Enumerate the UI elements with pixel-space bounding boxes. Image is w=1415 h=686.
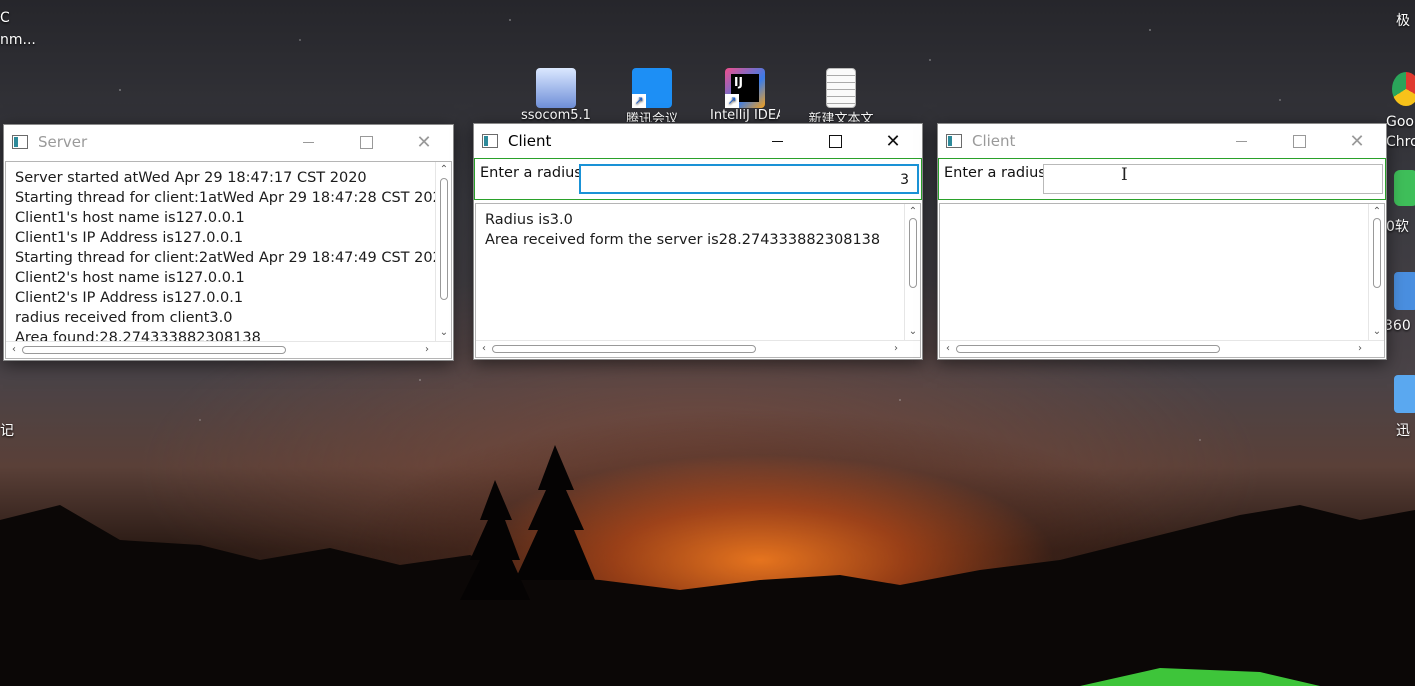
chrome-icon[interactable] xyxy=(1392,72,1415,106)
software-manager-icon[interactable] xyxy=(1394,170,1415,206)
scroll-down-arrow-icon[interactable]: ⌄ xyxy=(1369,324,1384,340)
server-window[interactable]: Server ✕ Server started atWed Apr 29 18:… xyxy=(3,124,454,361)
java-app-icon xyxy=(12,135,28,149)
desktop-edge-text: nm... xyxy=(0,32,36,48)
server-titlebar[interactable]: Server ✕ xyxy=(4,125,453,159)
maximize-button[interactable] xyxy=(1270,124,1328,158)
vertical-scroll-thumb[interactable] xyxy=(1373,218,1381,288)
client1-output-area[interactable]: Radius is3.0 Area received form the serv… xyxy=(475,203,921,358)
scroll-right-arrow-icon[interactable]: › xyxy=(419,342,435,358)
desktop-icon-sscom[interactable]: ssocom5.13 xyxy=(521,68,591,122)
text-file-icon xyxy=(826,68,856,108)
client1-titlebar[interactable]: Client ✕ xyxy=(474,124,922,158)
desktop-icon-new-text[interactable]: 新建文本文 xyxy=(806,68,876,122)
scroll-down-arrow-icon[interactable]: ⌄ xyxy=(905,324,920,340)
desktop-icon-label: ssocom5.13 xyxy=(521,108,591,122)
desktop-icon-tencent-meeting[interactable]: ↗ 腾讯会议 xyxy=(617,68,687,122)
output-line: Radius is3.0 xyxy=(485,212,573,228)
xunlei-icon[interactable] xyxy=(1394,375,1415,413)
scroll-left-arrow-icon[interactable]: ‹ xyxy=(476,341,492,357)
desktop-edge-text: Goo xyxy=(1386,114,1414,130)
client2-output xyxy=(940,204,1384,210)
close-button[interactable]: ✕ xyxy=(1328,124,1386,158)
horizontal-scroll-thumb[interactable] xyxy=(22,346,286,354)
desktop-edge-text: 极 xyxy=(1396,13,1410,29)
output-line: Area received form the server is28.27433… xyxy=(485,232,881,248)
tree-left xyxy=(460,480,530,600)
radius-input[interactable] xyxy=(1043,164,1383,194)
client1-output: Radius is3.0 Area received form the serv… xyxy=(476,204,920,250)
log-line: Client2's host name is127.0.0.1 xyxy=(15,270,245,286)
horizontal-scroll-thumb[interactable] xyxy=(492,345,756,353)
vertical-scrollbar[interactable]: ⌃ ⌄ xyxy=(904,204,920,340)
radius-label: Enter a radius xyxy=(480,165,582,181)
horizontal-scroll-thumb[interactable] xyxy=(956,345,1220,353)
desktop-icon-intellij[interactable]: IJ ↗ IntelliJ IDEA xyxy=(710,68,780,122)
log-line: Client1's host name is127.0.0.1 xyxy=(15,210,245,226)
desktop-icon-label: 新建文本文 xyxy=(808,112,874,122)
desktop-edge-text: 记 xyxy=(0,423,14,439)
log-line: Starting thread for client:1atWed Apr 29… xyxy=(15,190,452,206)
vertical-scroll-thumb[interactable] xyxy=(909,218,917,288)
log-line: Client2's IP Address is127.0.0.1 xyxy=(15,290,244,306)
horizontal-scrollbar[interactable]: ‹ › xyxy=(940,340,1384,357)
radius-input-panel: Enter a radius 3 xyxy=(474,158,922,200)
desktop-edge-text: 0软 xyxy=(1386,219,1409,235)
window-title: Client xyxy=(508,132,552,150)
maximize-button[interactable] xyxy=(337,125,395,159)
vertical-scrollbar[interactable]: ⌃ ⌄ xyxy=(435,162,451,341)
horizontal-scrollbar[interactable]: ‹ › xyxy=(6,341,451,358)
desktop-edge-text: 360 xyxy=(1384,318,1411,334)
radius-label: Enter a radius xyxy=(944,165,1046,181)
scroll-down-arrow-icon[interactable]: ⌄ xyxy=(436,325,451,341)
radius-input-panel: Enter a radius I xyxy=(938,158,1386,200)
horizontal-scrollbar[interactable]: ‹ › xyxy=(476,340,920,357)
desktop-edge-text: Chro xyxy=(1386,134,1415,150)
log-line: Starting thread for client:2atWed Apr 29… xyxy=(15,250,452,266)
desktop-icon-label: IntelliJ IDEA xyxy=(710,108,780,122)
close-button[interactable]: ✕ xyxy=(395,125,453,159)
minimize-button[interactable] xyxy=(279,125,337,159)
minimize-button[interactable] xyxy=(1212,124,1270,158)
folder-icon[interactable] xyxy=(1394,272,1415,310)
scroll-left-arrow-icon[interactable]: ‹ xyxy=(6,342,22,358)
scroll-right-arrow-icon[interactable]: › xyxy=(888,341,904,357)
close-button[interactable]: ✕ xyxy=(864,124,922,158)
scroll-up-arrow-icon[interactable]: ⌃ xyxy=(436,162,451,178)
log-line: Server started atWed Apr 29 18:47:17 CST… xyxy=(15,170,367,186)
intellij-icon: IJ ↗ xyxy=(725,68,765,108)
window-title: Server xyxy=(38,133,88,151)
tree-right xyxy=(515,445,595,580)
minimize-button[interactable] xyxy=(748,124,806,158)
desktop-edge-text: 迅 xyxy=(1396,423,1410,439)
shortcut-arrow-icon: ↗ xyxy=(632,94,646,108)
desktop-edge-text: C xyxy=(0,10,10,26)
server-log-area[interactable]: Server started atWed Apr 29 18:47:17 CST… xyxy=(5,161,452,359)
scroll-left-arrow-icon[interactable]: ‹ xyxy=(940,341,956,357)
text-cursor-icon: I xyxy=(1121,165,1128,185)
tencent-meeting-icon: ↗ xyxy=(632,68,672,108)
radius-input[interactable]: 3 xyxy=(579,164,919,194)
client-window-2[interactable]: Client ✕ Enter a radius I ⌃ ⌄ ‹ › xyxy=(937,123,1387,360)
vertical-scrollbar[interactable]: ⌃ ⌄ xyxy=(1368,204,1384,340)
maximize-button[interactable] xyxy=(806,124,864,158)
java-app-icon xyxy=(946,134,962,148)
log-line: radius received from client3.0 xyxy=(15,310,233,326)
client-window-1[interactable]: Client ✕ Enter a radius 3 Radius is3.0 A… xyxy=(473,123,923,360)
client2-output-area[interactable]: ⌃ ⌄ ‹ › xyxy=(939,203,1385,358)
scroll-right-arrow-icon[interactable]: › xyxy=(1352,341,1368,357)
shortcut-arrow-icon: ↗ xyxy=(725,94,739,108)
log-line: Client1's IP Address is127.0.0.1 xyxy=(15,230,244,246)
vertical-scroll-thumb[interactable] xyxy=(440,178,448,300)
java-app-icon xyxy=(482,134,498,148)
server-log: Server started atWed Apr 29 18:47:17 CST… xyxy=(6,162,451,348)
client2-titlebar[interactable]: Client ✕ xyxy=(938,124,1386,158)
building-icon xyxy=(536,68,576,108)
mountain-silhouette xyxy=(0,505,1415,686)
window-title: Client xyxy=(972,132,1016,150)
desktop-icon-label: 腾讯会议 xyxy=(625,112,678,122)
